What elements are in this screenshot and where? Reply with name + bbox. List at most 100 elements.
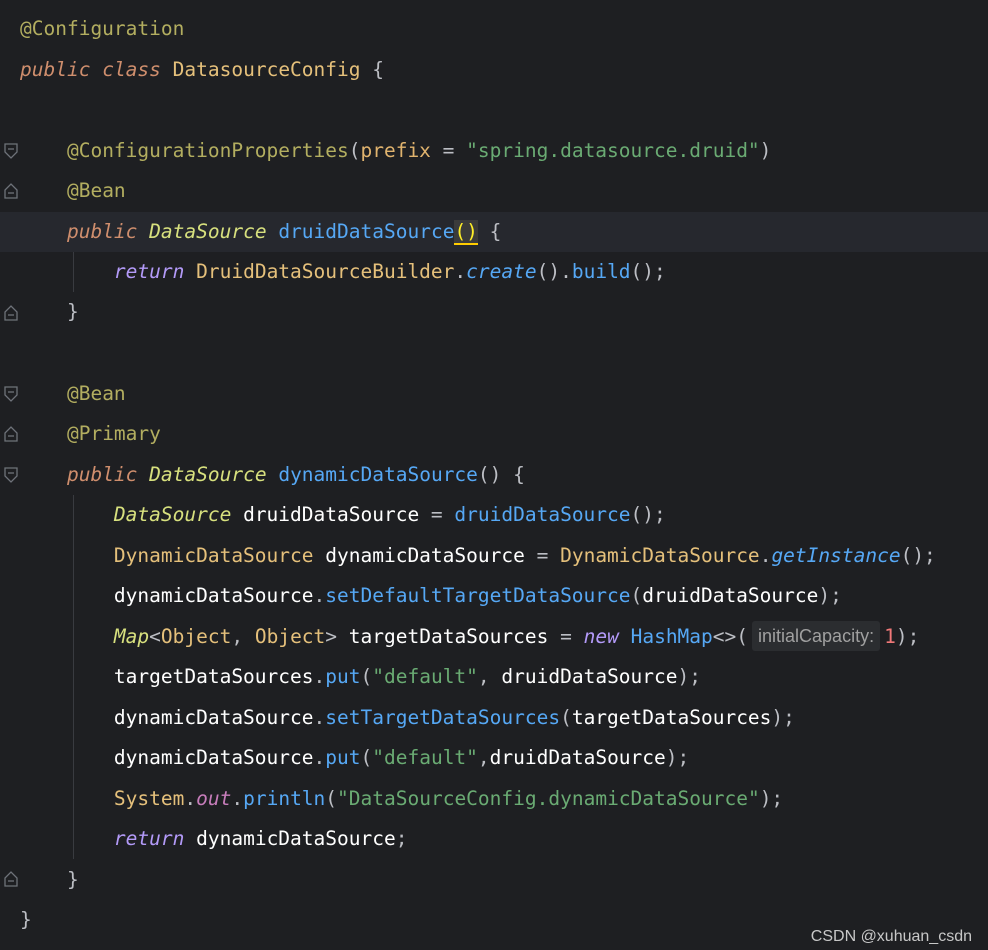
paren: ); bbox=[818, 584, 842, 607]
code-line[interactable]: System.out.println("DataSourceConfig.dyn… bbox=[0, 779, 988, 819]
code-line[interactable]: @ConfigurationProperties(prefix = "sprin… bbox=[0, 131, 988, 171]
annotation: @Primary bbox=[66, 422, 161, 445]
argument: druidDataSource bbox=[642, 584, 819, 607]
code-line[interactable]: return dynamicDataSource; bbox=[0, 819, 988, 859]
argument: druidDataSource bbox=[501, 665, 678, 688]
string-literal: "spring.datasource.druid" bbox=[466, 139, 760, 162]
class-name: DatasourceConfig bbox=[172, 58, 361, 81]
code-line[interactable]: @Bean bbox=[0, 374, 988, 414]
variable: dynamicDataSource bbox=[113, 584, 314, 607]
keyword: return bbox=[113, 260, 185, 283]
paren: (); bbox=[630, 260, 666, 283]
watermark: CSDN @xuhuan_csdn bbox=[810, 928, 972, 945]
dot: . bbox=[184, 787, 197, 810]
code-line-current[interactable]: public DataSource druidDataSource() { bbox=[0, 212, 988, 252]
class-name: DruidDataSourceBuilder bbox=[196, 260, 455, 283]
paren: () bbox=[536, 260, 561, 283]
type-name: DataSource bbox=[113, 503, 232, 526]
operator: = bbox=[419, 503, 455, 526]
brace: { bbox=[513, 463, 525, 486]
keyword: public bbox=[20, 58, 91, 81]
string-literal: "DataSourceConfig.dynamicDataSource" bbox=[337, 787, 760, 810]
paren: ); bbox=[771, 706, 795, 729]
paren: (); bbox=[900, 544, 936, 567]
annotation: @Bean bbox=[66, 382, 126, 405]
code-line[interactable]: public DataSource dynamicDataSource() { bbox=[0, 455, 988, 495]
code-editor[interactable]: @Configuration public class DatasourceCo… bbox=[0, 0, 988, 950]
paren: () bbox=[477, 463, 502, 486]
paren: ( bbox=[360, 746, 373, 769]
variable: dynamicDataSource bbox=[196, 827, 396, 850]
paren: ( bbox=[360, 665, 373, 688]
class-name: DynamicDataSource bbox=[113, 544, 314, 567]
generic-bracket: < bbox=[149, 625, 161, 648]
semicolon: ; bbox=[395, 827, 408, 850]
code-line[interactable]: } bbox=[0, 292, 988, 332]
keyword: new bbox=[583, 625, 619, 648]
paren: ); bbox=[895, 625, 920, 648]
dot: . bbox=[313, 746, 326, 769]
class-name: System bbox=[113, 787, 185, 810]
dot: . bbox=[231, 787, 244, 810]
type-name: DataSource bbox=[149, 463, 267, 486]
code-line[interactable]: DynamicDataSource dynamicDataSource = Dy… bbox=[0, 536, 988, 576]
paren: (); bbox=[630, 503, 666, 526]
method-call: setDefaultTargetDataSource bbox=[325, 584, 631, 607]
method-call: druidDataSource bbox=[454, 503, 631, 526]
code-line[interactable]: @Bean bbox=[0, 171, 988, 211]
paren: ( bbox=[630, 584, 643, 607]
class-name: DynamicDataSource bbox=[560, 544, 760, 567]
annotation: @Bean bbox=[66, 179, 126, 202]
method-call: getInstance bbox=[771, 544, 901, 567]
method-call: create bbox=[466, 260, 537, 283]
method-call: build bbox=[571, 260, 631, 283]
variable: druidDataSource bbox=[243, 503, 420, 526]
variable: dynamicDataSource bbox=[113, 746, 314, 769]
variable: targetDataSources bbox=[337, 625, 549, 648]
dot: . bbox=[313, 706, 326, 729]
method-call: println bbox=[243, 787, 326, 810]
annotation: @Configuration bbox=[20, 17, 185, 40]
class-name: Object bbox=[160, 625, 232, 648]
method-call: put bbox=[325, 746, 361, 769]
string-literal: "default" bbox=[372, 665, 478, 688]
keyword: public bbox=[66, 463, 138, 486]
code-line[interactable]: dynamicDataSource.setTargetDataSources(t… bbox=[0, 698, 988, 738]
dot: . bbox=[313, 584, 326, 607]
method-name: dynamicDataSource bbox=[278, 463, 478, 486]
brace: { bbox=[489, 220, 502, 243]
code-line[interactable]: dynamicDataSource.setDefaultTargetDataSo… bbox=[0, 576, 988, 616]
code-line[interactable]: } bbox=[0, 860, 988, 900]
variable: targetDataSources bbox=[113, 665, 314, 688]
operator: = bbox=[430, 139, 467, 162]
caret-paren-highlight: () bbox=[454, 220, 478, 245]
generic-bracket: > bbox=[325, 625, 338, 648]
paren: ); bbox=[665, 746, 690, 769]
annotation: @ConfigurationProperties bbox=[66, 139, 349, 162]
code-line[interactable]: targetDataSources.put("default", druidDa… bbox=[0, 657, 988, 697]
string-literal: "default" bbox=[372, 746, 478, 769]
comma: , bbox=[231, 625, 255, 648]
code-line[interactable]: public class DatasourceConfig { bbox=[0, 50, 988, 90]
method-call: put bbox=[325, 665, 361, 688]
code-line[interactable]: return DruidDataSourceBuilder.create().b… bbox=[0, 252, 988, 292]
dot: . bbox=[759, 544, 772, 567]
static-field: out bbox=[196, 787, 232, 810]
code-line[interactable]: dynamicDataSource.put("default",druidDat… bbox=[0, 738, 988, 778]
paren: ( bbox=[560, 706, 572, 729]
dot: . bbox=[313, 665, 326, 688]
code-line[interactable]: @Primary bbox=[0, 414, 988, 454]
code-line[interactable]: Map<Object, Object> targetDataSources = … bbox=[0, 617, 988, 657]
paren: ); bbox=[677, 665, 701, 688]
code-line[interactable]: DataSource druidDataSource = druidDataSo… bbox=[0, 495, 988, 535]
argument: druidDataSource bbox=[489, 746, 666, 769]
diamond: <>( bbox=[712, 625, 749, 648]
brace: { bbox=[372, 58, 384, 81]
code-line[interactable]: @Configuration bbox=[0, 9, 988, 49]
brace: } bbox=[66, 868, 79, 891]
brace: } bbox=[20, 908, 32, 931]
variable: dynamicDataSource bbox=[113, 706, 314, 729]
annotation-param: prefix bbox=[360, 139, 431, 162]
paren: ( bbox=[348, 139, 361, 162]
operator: = bbox=[524, 544, 561, 567]
